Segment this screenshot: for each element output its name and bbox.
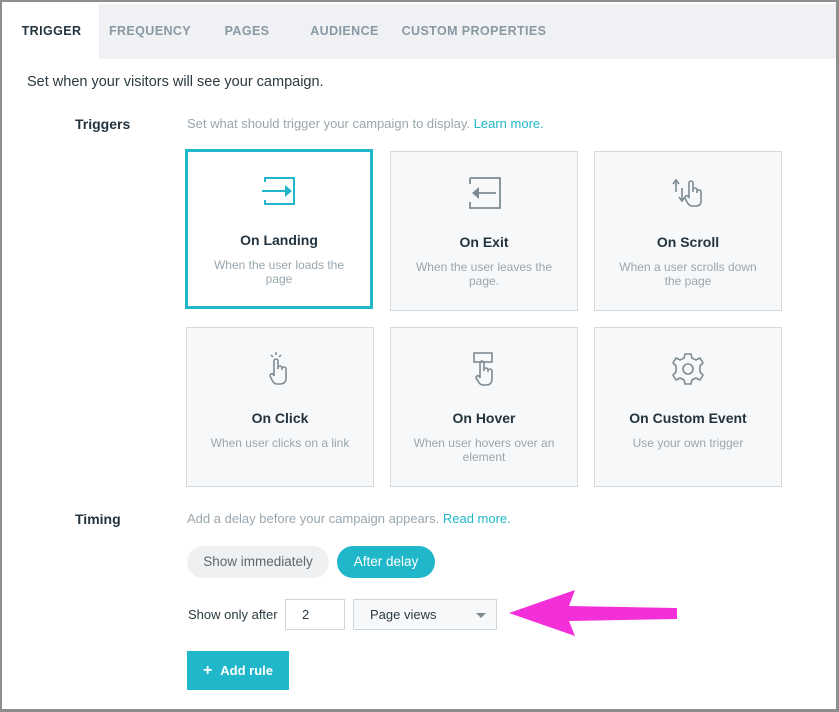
tab-custom-properties[interactable]: CUSTOM PROPERTIES xyxy=(396,4,552,59)
after-delay-button[interactable]: After delay xyxy=(337,546,435,578)
add-rule-button[interactable]: + Add rule xyxy=(187,651,289,690)
delay-unit-select[interactable]: Page views xyxy=(353,599,497,630)
card-desc: When the user loads the page xyxy=(213,258,345,286)
timing-hint: Add a delay before your campaign appears… xyxy=(187,511,511,526)
tab-audience[interactable]: AUDIENCE xyxy=(293,4,396,59)
card-desc: When a user scrolls down the page xyxy=(619,260,757,288)
trigger-card-on-exit[interactable]: On Exit When the user leaves the page. xyxy=(390,151,578,311)
card-title: On Scroll xyxy=(656,234,720,250)
scroll-hand-icon xyxy=(595,176,781,210)
timing-label: Timing xyxy=(75,511,121,527)
show-immediately-button[interactable]: Show immediately xyxy=(187,546,329,578)
card-title: On Click xyxy=(251,410,309,426)
card-title: On Hover xyxy=(452,410,516,426)
card-title: On Landing xyxy=(240,232,318,248)
trigger-card-on-landing[interactable]: On Landing When the user loads the page xyxy=(185,149,373,309)
card-title: On Custom Event xyxy=(629,410,747,426)
enter-icon xyxy=(188,174,370,208)
triggers-label: Triggers xyxy=(75,116,131,132)
trigger-card-on-hover[interactable]: On Hover When user hovers over an elemen… xyxy=(390,327,578,487)
learn-more-link[interactable]: Learn more. xyxy=(474,116,544,131)
intro-text: Set when your visitors will see your cam… xyxy=(27,74,324,90)
show-only-after-label: Show only after xyxy=(188,607,278,622)
gear-icon xyxy=(595,352,781,386)
triggers-hint-text: Set what should trigger your campaign to… xyxy=(187,116,471,131)
card-desc: Use your own trigger xyxy=(632,436,744,450)
tab-bar: TRIGGER FREQUENCY PAGES AUDIENCE CUSTOM … xyxy=(4,4,836,59)
caret-down-icon xyxy=(476,613,486,618)
card-title: On Exit xyxy=(459,234,509,250)
tab-trigger[interactable]: TRIGGER xyxy=(4,4,99,59)
card-desc: When the user leaves the page. xyxy=(415,260,553,288)
click-hand-icon xyxy=(187,352,373,386)
trigger-card-on-scroll[interactable]: On Scroll When a user scrolls down the p… xyxy=(594,151,782,311)
delay-value-input[interactable] xyxy=(285,599,345,630)
tab-pages[interactable]: PAGES xyxy=(201,4,293,59)
annotation-arrow-icon xyxy=(509,590,677,636)
hover-hand-icon xyxy=(391,352,577,386)
trigger-card-on-custom-event[interactable]: On Custom Event Use your own trigger xyxy=(594,327,782,487)
add-rule-label: Add rule xyxy=(220,663,274,678)
read-more-link[interactable]: Read more. xyxy=(443,511,511,526)
card-desc: When user hovers over an element xyxy=(413,436,555,464)
card-desc: When user clicks on a link xyxy=(210,436,350,450)
triggers-hint: Set what should trigger your campaign to… xyxy=(187,116,544,131)
exit-icon xyxy=(391,176,577,210)
trigger-card-on-click[interactable]: On Click When user clicks on a link xyxy=(186,327,374,487)
window-frame: TRIGGER FREQUENCY PAGES AUDIENCE CUSTOM … xyxy=(0,0,839,712)
plus-icon: + xyxy=(202,662,213,679)
tab-frequency[interactable]: FREQUENCY xyxy=(99,4,201,59)
timing-hint-text: Add a delay before your campaign appears… xyxy=(187,511,440,526)
delay-unit-value: Page views xyxy=(370,607,437,622)
